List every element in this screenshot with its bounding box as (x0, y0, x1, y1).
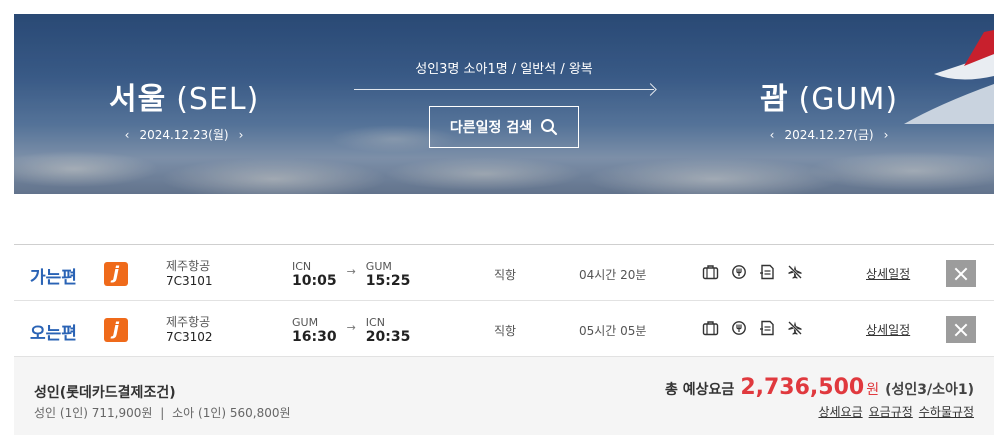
arrival-point: ICN 20:35 (365, 316, 411, 345)
ticket-icon (760, 320, 774, 336)
fare-links: 상세요금 요금규정 수하물규정 (818, 403, 974, 420)
fare-detail-link[interactable]: 상세요금 (818, 403, 862, 420)
flight-route: GUM 16:30 → ICN 20:35 (292, 315, 410, 345)
itinerary-row-outbound: 가는편 j 제주항공 7C3101 ICN 10:05 → GUM 15:25 … (14, 245, 994, 301)
trip-info: 성인3명 소아1명 / 일반석 / 왕복 다른일정 검색 (354, 58, 654, 148)
total-fare: 총 예상요금 2,736,500 원 (성인3/소아1) (665, 375, 974, 400)
airline-info: 제주항공 7C3102 (166, 315, 213, 345)
route-arrow-icon: → (346, 321, 356, 334)
service-icons (702, 264, 803, 280)
next-date-arrow-icon[interactable]: › (239, 128, 244, 142)
departure-city-name: 서울 (SEL) (109, 82, 260, 117)
ticket-icon (760, 264, 774, 280)
itinerary-row-inbound: 오는편 j 제주항공 7C3102 GUM 16:30 → ICN 20:35 … (14, 301, 994, 357)
direction-label: 오는편 (30, 324, 77, 344)
jeju-air-logo-icon: j (104, 318, 128, 342)
departure-point: GUM 16:30 (292, 316, 337, 345)
arrival-date-text: 2024.12.27(금) (784, 128, 874, 142)
other-schedule-search-button[interactable]: 다른일정 검색 (428, 106, 580, 148)
flight-type: 직항 (494, 324, 517, 338)
departure-date: ‹ 2024.12.23(월) › (109, 126, 259, 143)
fare-rules-link[interactable]: 요금규정 (869, 403, 913, 420)
fare-summary: 성인(롯데카드결제조건) 성인 (1인) 711,900원 | 소아 (1인) … (14, 357, 994, 435)
arrival-date: ‹ 2024.12.27(금) › (754, 126, 904, 143)
search-icon (541, 119, 558, 136)
arrival-city-name: 괌 (GUM) (759, 82, 899, 117)
passenger-summary: 성인3명 소아1명 / 일반석 / 왕복 (415, 62, 593, 77)
total-fare-amount: 2,736,500 (740, 375, 865, 400)
airline-name: 제주항공 (166, 315, 211, 329)
airline-info: 제주항공 7C3101 (166, 259, 213, 289)
flight-duration: 05시간 05분 (579, 324, 647, 338)
baggage-icon (702, 321, 719, 336)
arrival-point: GUM 15:25 (365, 260, 411, 289)
flight-type: 직항 (494, 268, 517, 282)
fare-condition-title: 성인(롯데카드결제조건) (34, 385, 176, 401)
detail-schedule-link[interactable]: 상세일정 (866, 265, 910, 282)
departure-city: 서울 (SEL) ‹ 2024.12.23(월) › (109, 74, 259, 143)
meal-icon (732, 321, 746, 335)
detail-schedule-link[interactable]: 상세일정 (866, 321, 910, 338)
baggage-icon (702, 265, 719, 280)
adult-fare: 성인 (1인) 711,900원 (34, 406, 153, 420)
fare-breakdown: 성인 (1인) 711,900원 | 소아 (1인) 560,800원 (34, 404, 295, 421)
baggage-rules-link[interactable]: 수하물규정 (919, 403, 974, 420)
jeju-air-logo-icon: j (104, 262, 128, 286)
no-inflight-service-icon (788, 321, 802, 335)
no-inflight-service-icon (788, 265, 802, 279)
departure-date-text: 2024.12.23(월) (139, 128, 229, 142)
flight-number: 7C3102 (166, 330, 213, 344)
route-banner: 서울 (SEL) ‹ 2024.12.23(월) › 성인3명 소아1명 / 일반… (14, 14, 994, 194)
arrival-city: 괌 (GUM) ‹ 2024.12.27(금) › (754, 74, 904, 143)
itinerary-list: 가는편 j 제주항공 7C3101 ICN 10:05 → GUM 15:25 … (14, 244, 994, 357)
prev-date-arrow-icon[interactable]: ‹ (125, 128, 130, 142)
flight-number: 7C3101 (166, 274, 213, 288)
remove-itinerary-button[interactable] (946, 316, 976, 343)
prev-date-arrow-icon[interactable]: ‹ (770, 128, 775, 142)
flight-route: ICN 10:05 → GUM 15:25 (292, 259, 410, 289)
next-date-arrow-icon[interactable]: › (884, 128, 889, 142)
departure-point: ICN 10:05 (292, 260, 337, 289)
flight-duration: 04시간 20분 (579, 268, 647, 282)
route-arrow-icon: → (346, 265, 356, 278)
service-icons (702, 320, 803, 336)
route-arrow-line (354, 89, 654, 90)
meal-icon (732, 265, 746, 279)
airline-name: 제주항공 (166, 259, 211, 273)
currency-unit: 원 (866, 382, 880, 398)
total-fare-label: 총 예상요금 (665, 382, 735, 398)
passenger-breakdown: (성인3/소아1) (885, 382, 974, 398)
fare-separator: | (160, 406, 165, 420)
child-fare: 소아 (1인) 560,800원 (172, 406, 291, 420)
remove-itinerary-button[interactable] (946, 260, 976, 287)
direction-label: 가는편 (30, 268, 77, 288)
